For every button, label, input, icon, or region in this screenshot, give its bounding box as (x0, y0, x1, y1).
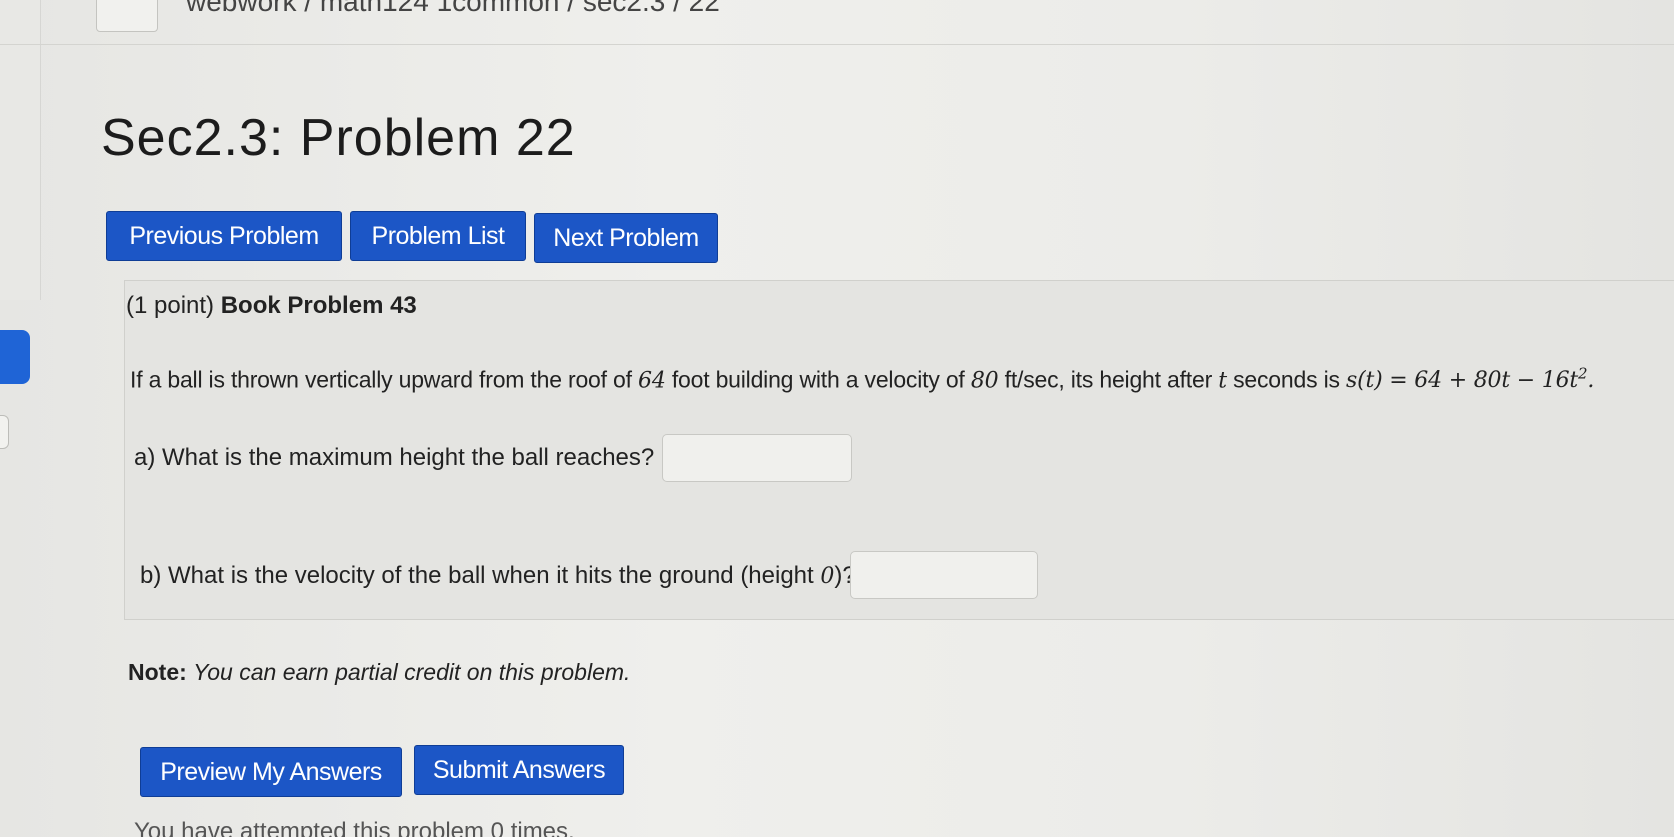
statement-text: If a ball is thrown vertically upward fr… (130, 366, 632, 393)
height-formula: s(t) = 64 + 80t − 16t2. (1345, 365, 1595, 394)
problem-statement: If a ball is thrown vertically upward fr… (130, 365, 1594, 393)
variable-t: t (1218, 368, 1227, 394)
page-title: Sec2.3: Problem 22 (101, 109, 576, 167)
formula-lhs: s(t) (1345, 368, 1383, 394)
question-b: b) What is the velocity of the ball when… (140, 562, 856, 590)
height-zero-value: 0 (820, 564, 835, 589)
top-bar: webwork / math124 1common / sec2.3 / 22 (0, 0, 1674, 45)
page: webwork / math124 1common / sec2.3 / 22 … (0, 0, 1674, 837)
statement-text: ft/sec, its height after (1004, 366, 1213, 393)
formula-rhs: = 64 + 80t − 16t (1389, 368, 1579, 394)
statement-text: foot building with a velocity of (671, 366, 965, 393)
sidebar-secondary-tab[interactable] (0, 415, 9, 449)
note-label: Note: (128, 659, 187, 685)
sidebar-edge (0, 0, 41, 300)
velocity-value: 80 (970, 368, 999, 394)
note-text: You can earn partial credit on this prob… (193, 659, 631, 685)
next-problem-button[interactable]: Next Problem (534, 213, 718, 263)
previous-problem-button[interactable]: Previous Problem (106, 211, 342, 261)
question-a: a) What is the maximum height the ball r… (134, 444, 655, 471)
sidebar-toggle-tab[interactable] (0, 330, 30, 384)
statement-text: seconds is (1233, 366, 1340, 393)
question-b-text: b) What is the velocity of the ball when… (140, 562, 814, 589)
preview-answers-button[interactable]: Preview My Answers (140, 747, 402, 797)
menu-button[interactable] (96, 0, 158, 32)
breadcrumb[interactable]: webwork / math124 1common / sec2.3 / 22 (186, 0, 720, 18)
partial-credit-note: Note: You can earn partial credit on thi… (128, 659, 630, 686)
answer-a-input[interactable] (662, 434, 852, 482)
points-label: (1 point) (126, 292, 215, 319)
problem-list-button[interactable]: Problem List (350, 211, 526, 261)
problem-navigation: Previous Problem Problem List Next Probl… (106, 211, 718, 263)
formula-exponent: 2 (1578, 365, 1588, 383)
building-height-value: 64 (638, 368, 666, 394)
answer-b-input[interactable] (850, 551, 1038, 599)
attempts-status: You have attempted this problem 0 times. (134, 818, 575, 837)
book-reference: Book Problem 43 (220, 292, 417, 319)
formula-period: . (1587, 368, 1595, 394)
submit-answers-button[interactable]: Submit Answers (414, 745, 624, 795)
problem-header: (1 point) Book Problem 43 (126, 292, 417, 320)
